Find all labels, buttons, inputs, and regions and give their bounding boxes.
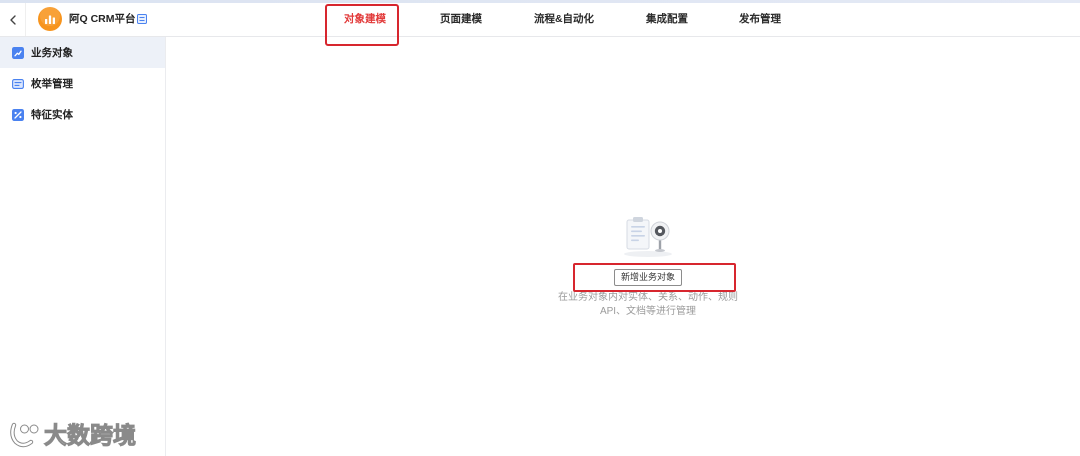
bar-chart-icon xyxy=(38,7,62,31)
trend-square-icon xyxy=(12,108,24,121)
sidebar-item-label: 枚举管理 xyxy=(31,77,73,90)
tab-integration-config[interactable]: 集成配置 xyxy=(646,12,688,26)
chevron-left-icon xyxy=(9,14,16,25)
trend-square-icon xyxy=(12,46,24,59)
sidebar-item-label: 业务对象 xyxy=(31,46,73,59)
empty-clipboard-illustration xyxy=(620,214,676,258)
list-card-icon xyxy=(12,78,24,90)
app-badge-button[interactable] xyxy=(137,14,147,24)
sidebar-item-label: 特征实体 xyxy=(31,108,73,121)
main-content: 新增业务对象 在业务对象内对实体、关系、动作、规则 API、文档等进行管理 xyxy=(166,37,1080,456)
tab-page-modeling[interactable]: 页面建模 xyxy=(440,12,482,26)
app-logo xyxy=(38,7,62,31)
tab-workflow-automation[interactable]: 流程&自动化 xyxy=(534,12,594,26)
back-button[interactable] xyxy=(0,3,26,36)
sidebar-item-business-objects[interactable]: 业务对象 xyxy=(0,37,165,68)
sidebar: 业务对象 枚举管理 特征实体 xyxy=(0,37,166,456)
top-header: 阿Q CRM平台 对象建模 页面建模 流程&自动化 集成配置 发布管理 xyxy=(0,3,1080,37)
add-business-object-button[interactable]: 新增业务对象 xyxy=(614,269,682,286)
empty-state-description: API、文档等进行管理 xyxy=(599,306,697,317)
list-icon xyxy=(137,14,147,24)
tab-object-modeling[interactable]: 对象建模 xyxy=(344,12,386,26)
app-title: 阿Q CRM平台 xyxy=(69,13,136,25)
sidebar-item-enum-management[interactable]: 枚举管理 xyxy=(0,68,165,99)
empty-state-description: 在业务对象内对实体、关系、动作、规则 xyxy=(558,292,738,303)
tab-release-management[interactable]: 发布管理 xyxy=(739,12,781,26)
sidebar-item-feature-entities[interactable]: 特征实体 xyxy=(0,99,165,130)
